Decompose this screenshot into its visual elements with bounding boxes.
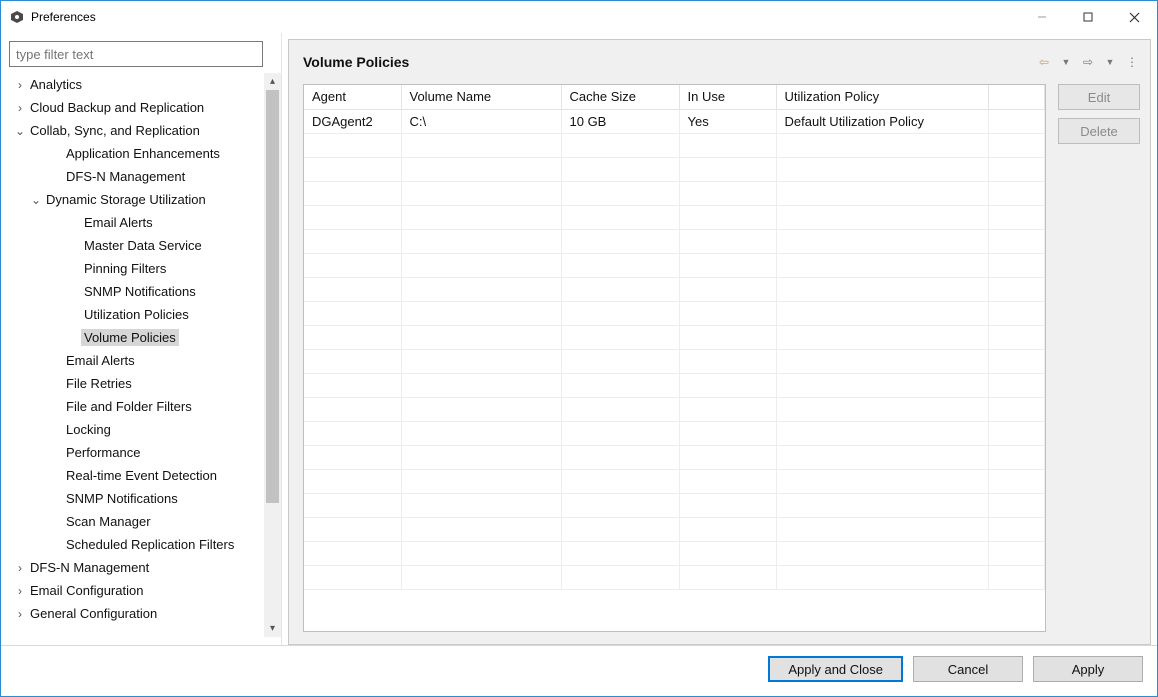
- table-row[interactable]: [304, 325, 1045, 349]
- maximize-button[interactable]: [1065, 2, 1111, 32]
- preferences-tree[interactable]: ›Analytics ›Cloud Backup and Replication…: [9, 73, 263, 637]
- tree-item-util-policies[interactable]: Utilization Policies: [9, 303, 263, 326]
- apply-and-close-button[interactable]: Apply and Close: [768, 656, 903, 682]
- chevron-right-icon[interactable]: ›: [13, 607, 27, 621]
- tree-item-performance[interactable]: Performance: [9, 441, 263, 464]
- table-row[interactable]: [304, 205, 1045, 229]
- table-row[interactable]: [304, 541, 1045, 565]
- tree-item-pinning[interactable]: Pinning Filters: [9, 257, 263, 280]
- cell-cache: 10 GB: [561, 109, 679, 133]
- tree-item-master-data[interactable]: Master Data Service: [9, 234, 263, 257]
- chevron-right-icon[interactable]: ›: [13, 78, 27, 92]
- table-row[interactable]: [304, 565, 1045, 589]
- tree-item-dfsn-b[interactable]: ›DFS-N Management: [9, 556, 263, 579]
- tree-item-email-alerts-a[interactable]: Email Alerts: [9, 211, 263, 234]
- chevron-right-icon[interactable]: ›: [13, 561, 27, 575]
- table-row[interactable]: [304, 133, 1045, 157]
- tree-item-general-config[interactable]: ›General Configuration: [9, 602, 263, 625]
- cell-inuse: Yes: [679, 109, 776, 133]
- tree-item-analytics[interactable]: ›Analytics: [9, 73, 263, 96]
- table-row[interactable]: [304, 493, 1045, 517]
- tree-item-app-enhancements[interactable]: Application Enhancements: [9, 142, 263, 165]
- menu-icon[interactable]: ⋮: [1124, 54, 1140, 70]
- table-row[interactable]: [304, 469, 1045, 493]
- scroll-up-icon[interactable]: ▴: [264, 73, 281, 90]
- preferences-window: Preferences ›Analytics ›Cloud Backup and…: [0, 0, 1158, 697]
- tree-item-volume-policies[interactable]: Volume Policies: [9, 326, 263, 349]
- chevron-right-icon[interactable]: ›: [13, 584, 27, 598]
- apply-button[interactable]: Apply: [1033, 656, 1143, 682]
- tree-item-dfsn-a[interactable]: DFS-N Management: [9, 165, 263, 188]
- table-row[interactable]: DGAgent2 C:\ 10 GB Yes Default Utilizati…: [304, 109, 1045, 133]
- tree-item-locking[interactable]: Locking: [9, 418, 263, 441]
- tree-item-scan-manager[interactable]: Scan Manager: [9, 510, 263, 533]
- cell-policy: Default Utilization Policy: [776, 109, 988, 133]
- volume-policies-table[interactable]: Agent Volume Name Cache Size In Use Util…: [303, 84, 1046, 632]
- chevron-down-icon[interactable]: ⌄: [13, 124, 27, 138]
- tree-item-srf[interactable]: Scheduled Replication Filters: [9, 533, 263, 556]
- edit-button[interactable]: Edit: [1058, 84, 1140, 110]
- table-row[interactable]: [304, 253, 1045, 277]
- col-inuse[interactable]: In Use: [679, 85, 776, 109]
- tree-item-collab[interactable]: ⌄Collab, Sync, and Replication: [9, 119, 263, 142]
- table-row[interactable]: [304, 301, 1045, 325]
- cell-agent: DGAgent2: [304, 109, 401, 133]
- col-volume[interactable]: Volume Name: [401, 85, 561, 109]
- titlebar: Preferences: [1, 1, 1157, 33]
- filter-input[interactable]: [9, 41, 263, 67]
- tree-item-file-folder-filters[interactable]: File and Folder Filters: [9, 395, 263, 418]
- col-cache[interactable]: Cache Size: [561, 85, 679, 109]
- tree-item-cloud-backup[interactable]: ›Cloud Backup and Replication: [9, 96, 263, 119]
- forward-history-dropdown[interactable]: ▼: [1102, 54, 1118, 70]
- tree-scrollbar[interactable]: ▴ ▾: [264, 73, 281, 637]
- table-row[interactable]: [304, 181, 1045, 205]
- dialog-footer: Apply and Close Cancel Apply: [1, 645, 1157, 696]
- tree-item-dsu[interactable]: ⌄Dynamic Storage Utilization: [9, 188, 263, 211]
- tree-item-rted[interactable]: Real-time Event Detection: [9, 464, 263, 487]
- chevron-right-icon[interactable]: ›: [13, 101, 27, 115]
- col-spacer: [988, 85, 1045, 109]
- page-title: Volume Policies: [303, 54, 409, 70]
- table-row[interactable]: [304, 445, 1045, 469]
- back-history-dropdown[interactable]: ▼: [1058, 54, 1074, 70]
- window-title: Preferences: [31, 10, 96, 24]
- table-row[interactable]: [304, 373, 1045, 397]
- tree-item-snmp-a[interactable]: SNMP Notifications: [9, 280, 263, 303]
- close-button[interactable]: [1111, 2, 1157, 32]
- table-row[interactable]: [304, 229, 1045, 253]
- scroll-down-icon[interactable]: ▾: [264, 620, 281, 637]
- chevron-down-icon[interactable]: ⌄: [29, 193, 43, 207]
- content-panel: Volume Policies ⇦ ▼ ⇨ ▼ ⋮: [288, 39, 1151, 645]
- scroll-thumb[interactable]: [266, 90, 279, 503]
- tree-item-email-alerts-b[interactable]: Email Alerts: [9, 349, 263, 372]
- sidebar: ›Analytics ›Cloud Backup and Replication…: [1, 33, 282, 645]
- table-header-row: Agent Volume Name Cache Size In Use Util…: [304, 85, 1045, 109]
- table-row[interactable]: [304, 397, 1045, 421]
- table-row[interactable]: [304, 517, 1045, 541]
- tree-item-file-retries[interactable]: File Retries: [9, 372, 263, 395]
- tree-item-snmp-b[interactable]: SNMP Notifications: [9, 487, 263, 510]
- table-row[interactable]: [304, 421, 1045, 445]
- table-row[interactable]: [304, 277, 1045, 301]
- minimize-button[interactable]: [1019, 2, 1065, 32]
- cell-volume: C:\: [401, 109, 561, 133]
- back-icon[interactable]: ⇦: [1036, 54, 1052, 70]
- forward-icon[interactable]: ⇨: [1080, 54, 1096, 70]
- col-policy[interactable]: Utilization Policy: [776, 85, 988, 109]
- tree-item-email-config[interactable]: ›Email Configuration: [9, 579, 263, 602]
- cancel-button[interactable]: Cancel: [913, 656, 1023, 682]
- delete-button[interactable]: Delete: [1058, 118, 1140, 144]
- table-row[interactable]: [304, 349, 1045, 373]
- col-agent[interactable]: Agent: [304, 85, 401, 109]
- table-row[interactable]: [304, 157, 1045, 181]
- app-icon: [9, 9, 25, 25]
